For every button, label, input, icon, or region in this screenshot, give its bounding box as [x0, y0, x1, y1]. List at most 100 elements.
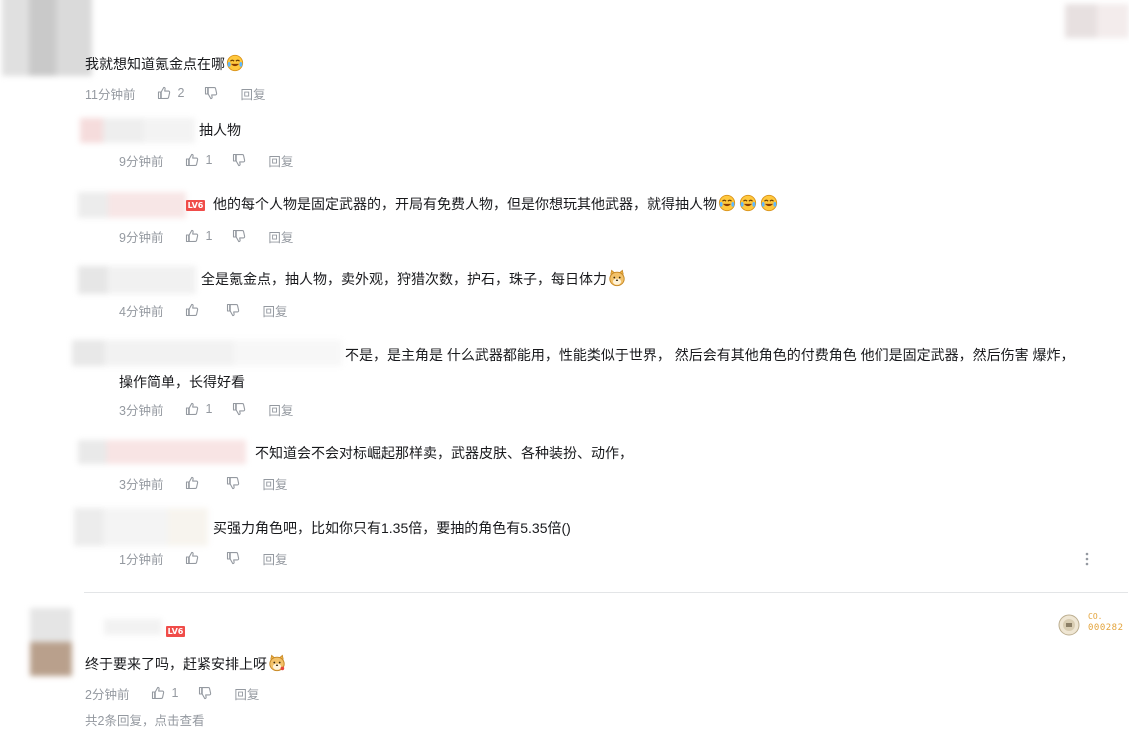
like-button[interactable]: 1: [150, 685, 178, 701]
reply-meta: 1分钟前 回复: [119, 549, 287, 567]
like-button[interactable]: 1: [184, 152, 212, 168]
fan-badge: CO. 000282: [1058, 612, 1129, 638]
like-count: 1: [205, 153, 213, 167]
doge-emoji: [268, 654, 286, 672]
dislike-button[interactable]: [225, 550, 241, 566]
reply-avatar-username[interactable]: [74, 508, 208, 546]
reply-time: 9分钟前: [119, 154, 164, 169]
thumbs-down-icon: [231, 152, 247, 168]
like-button[interactable]: 1: [184, 401, 212, 417]
reply-avatar-username[interactable]: [80, 118, 195, 143]
fan-badge-label: CO.: [1088, 612, 1103, 621]
thumbs-down-icon: [203, 85, 219, 101]
comment-time: 11分钟前: [85, 87, 136, 102]
reply-avatar-username[interactable]: [78, 440, 246, 464]
reply-time: 9分钟前: [119, 230, 164, 245]
thumbs-up-icon: [184, 302, 200, 318]
reply-button[interactable]: 回复: [262, 474, 287, 493]
comment-text: 我就想知道氪金点在哪: [85, 56, 225, 72]
reply-text: 他的每个人物是固定武器的，开局有免费人物，但是你想玩其他武器，就得抽人物: [213, 196, 717, 212]
like-count: 1: [171, 686, 179, 700]
reply-content: 买强力角色吧，比如你只有1.35倍，要抽的角色有5.35倍(): [213, 518, 571, 538]
level-badge: LV6: [166, 626, 185, 637]
reply-avatar-username[interactable]: [78, 192, 186, 218]
dislike-button[interactable]: [203, 85, 219, 101]
reply-text: 全是氪金点，抽人物，卖外观，狩猎次数，护石，珠子，每日体力: [201, 271, 607, 287]
thumbs-up-icon: [184, 401, 200, 417]
view-replies-link[interactable]: 共2条回复，点击查看: [85, 710, 204, 729]
reply-meta: 3分钟前 回复: [119, 474, 287, 492]
thumbs-up-icon: [184, 228, 200, 244]
like-count: 2: [177, 86, 185, 100]
reply-time: 1分钟前: [119, 552, 164, 567]
thumbs-up-icon: [156, 85, 172, 101]
dislike-button[interactable]: [231, 228, 247, 244]
reply-button[interactable]: 回复: [268, 227, 293, 246]
reply-content: 不是，是主角是 什么武器都能用，性能类似于世界， 然后会有其他角色的付费角色 他…: [345, 345, 1075, 365]
thumbs-up-icon: [184, 550, 200, 566]
thumbs-up-icon: [150, 685, 166, 701]
reply-avatar-username[interactable]: [78, 266, 196, 294]
comment-divider: [84, 592, 1128, 593]
more-vertical-icon[interactable]: [1082, 550, 1092, 568]
reply-button[interactable]: 回复: [240, 84, 265, 103]
thumbs-down-icon: [231, 228, 247, 244]
like-button[interactable]: [184, 550, 200, 566]
reply-content-line2: 操作简单，长得好看: [119, 372, 245, 392]
doge-emoji: [608, 269, 626, 287]
reply-meta: 9分钟前 1 回复: [119, 151, 293, 169]
reply-meta: 4分钟前 回复: [119, 301, 287, 319]
reply-content: 他的每个人物是固定武器的，开局有免费人物，但是你想玩其他武器，就得抽人物: [213, 194, 778, 214]
comment-content: 终于要来了吗，赶紧安排上呀: [85, 654, 286, 674]
reply-content: 抽人物: [199, 120, 241, 140]
reply-button[interactable]: 回复: [268, 400, 293, 419]
comment-content: 我就想知道氪金点在哪: [85, 54, 244, 74]
reply-button[interactable]: 回复: [268, 151, 293, 170]
reply-text: 不知道会不会对标崛起那样卖，武器皮肤、各种装扮、动作，: [255, 445, 633, 461]
laugh-cry-emoji: [760, 194, 778, 212]
like-count: 1: [205, 229, 213, 243]
reply-content: 全是氪金点，抽人物，卖外观，狩猎次数，护石，珠子，每日体力: [201, 269, 626, 289]
reply-time: 4分钟前: [119, 304, 164, 319]
comment-time: 2分钟前: [85, 687, 130, 702]
thumbs-down-icon: [225, 550, 241, 566]
dislike-button[interactable]: [225, 302, 241, 318]
reply-button[interactable]: 回复: [234, 684, 259, 703]
fan-badge-number: 000282: [1088, 623, 1124, 633]
thumbs-down-icon: [231, 401, 247, 417]
reply-text: 抽人物: [199, 122, 241, 138]
dislike-button[interactable]: [197, 685, 213, 701]
username[interactable]: [104, 619, 162, 635]
like-button[interactable]: [184, 302, 200, 318]
like-count: 1: [205, 402, 213, 416]
reply-text: 操作简单，长得好看: [119, 374, 245, 390]
laugh-cry-emoji: [718, 194, 736, 212]
like-button[interactable]: 2: [156, 85, 184, 101]
like-button[interactable]: [184, 475, 200, 491]
reply-content: 不知道会不会对标崛起那样卖，武器皮肤、各种装扮、动作，: [255, 443, 633, 463]
like-button[interactable]: 1: [184, 228, 212, 244]
reply-time: 3分钟前: [119, 403, 164, 418]
avatar[interactable]: [2, 0, 92, 76]
reply-time: 3分钟前: [119, 477, 164, 492]
dislike-button[interactable]: [225, 475, 241, 491]
thumbs-down-icon: [225, 302, 241, 318]
comment-meta: 11分钟前 2 回复: [85, 84, 265, 102]
laugh-cry-emoji: [739, 194, 757, 212]
thumbs-down-icon: [197, 685, 213, 701]
reply-avatar-username[interactable]: [72, 340, 342, 366]
thumbs-up-icon: [184, 475, 200, 491]
laugh-cry-emoji: [226, 54, 244, 72]
thumbs-up-icon: [184, 152, 200, 168]
reply-text: 买强力角色吧，比如你只有1.35倍，要抽的角色有5.35倍(): [213, 520, 571, 536]
reply-meta: 9分钟前 1 回复: [119, 227, 293, 245]
dislike-button[interactable]: [231, 152, 247, 168]
reply-button[interactable]: 回复: [262, 549, 287, 568]
comment-meta: 2分钟前 1 回复: [85, 684, 259, 702]
top-right-blurred-element: [1065, 4, 1129, 38]
reply-button[interactable]: 回复: [262, 301, 287, 320]
avatar[interactable]: [30, 608, 72, 676]
thumbs-down-icon: [225, 475, 241, 491]
level-badge: LV6: [186, 200, 205, 211]
dislike-button[interactable]: [231, 401, 247, 417]
